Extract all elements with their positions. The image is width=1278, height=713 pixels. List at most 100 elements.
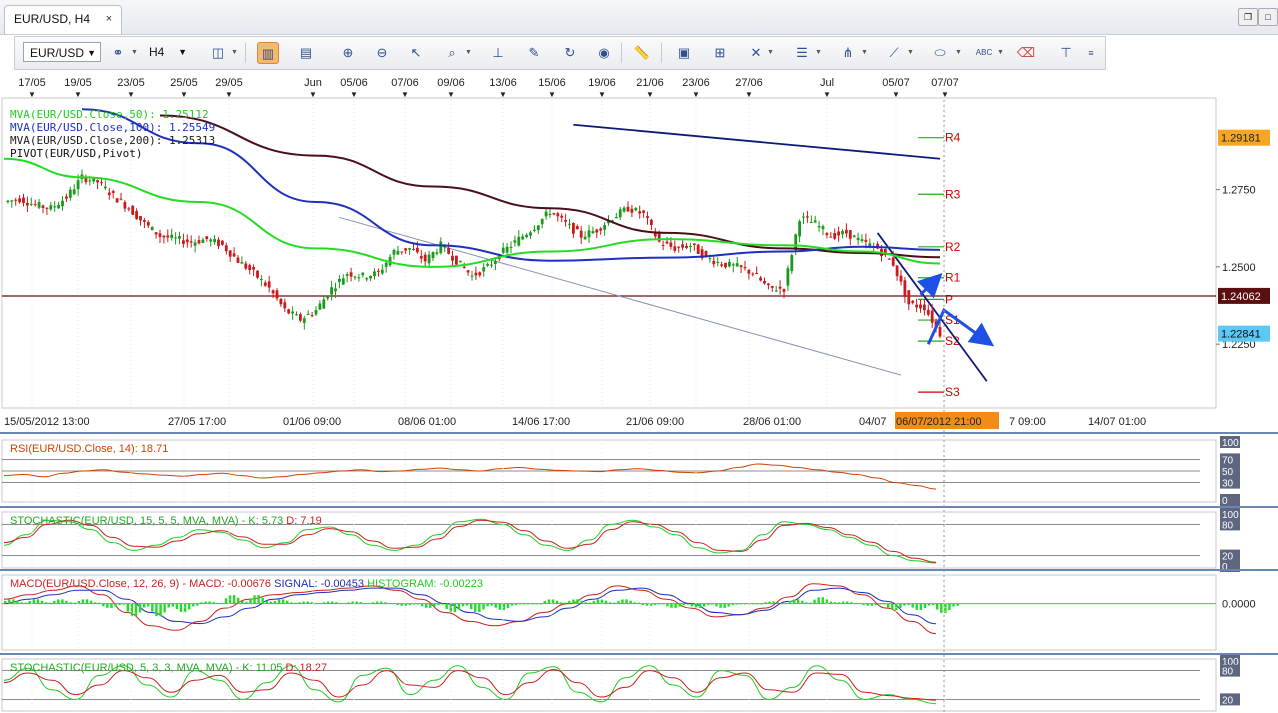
maximize-icon[interactable]: □ [1258, 8, 1278, 26]
close-icon[interactable]: × [102, 12, 116, 26]
candle-body [759, 277, 762, 281]
histogram-bar [171, 603, 174, 607]
pitchfork-icon[interactable]: ⋔ [837, 42, 859, 64]
histogram-bar [678, 603, 681, 607]
histogram-bar [633, 602, 636, 604]
chevron-down-icon[interactable]: ▼ [815, 49, 822, 56]
chart-type-icon[interactable]: ◫ [207, 42, 229, 64]
histogram-bar [57, 599, 60, 604]
histogram-bar [588, 602, 591, 604]
zoom-in-icon[interactable]: ⊕ [337, 42, 359, 64]
histogram-bar [65, 600, 68, 604]
chevron-down-icon[interactable]: ▼ [861, 49, 868, 56]
candle-body [96, 180, 99, 183]
hierarchy-icon[interactable]: ⊤ [1055, 42, 1077, 64]
candle-body [790, 255, 794, 272]
zoom-area-icon[interactable]: ⌕ [441, 42, 463, 64]
candle-body [260, 279, 263, 281]
legend-entry: MVA(EUR/USD.Close,100): 1.25549 [10, 121, 215, 134]
stochastic-5-panel: 1008020STOCHASTIC(EUR/USD, 5, 3, 3, MVA,… [0, 653, 1278, 712]
toolbar-divider [661, 43, 662, 63]
candle-body [919, 304, 922, 309]
cursor-icon[interactable]: ↖ [405, 42, 427, 64]
indicator-title: STOCHASTIC(EUR/USD, 15, 5, 5, MVA, MVA) … [10, 515, 322, 527]
globe-icon[interactable]: ◉ [593, 42, 615, 64]
histogram-bar [290, 602, 293, 604]
candle-body [295, 314, 298, 316]
histogram-bar [273, 600, 277, 604]
chevron-down-icon[interactable]: ▼ [131, 49, 138, 56]
candle-body [61, 200, 64, 207]
candle-body [252, 267, 255, 270]
crosshair-icon[interactable]: ⊥ [487, 42, 509, 64]
macd-panel: 0.0000 MACD(EUR/USD.Close, 12, 26, 9) - M… [0, 569, 1278, 651]
histogram-bar [674, 603, 677, 608]
histogram-bar [931, 603, 935, 606]
image-icon[interactable]: ▣ [673, 42, 695, 64]
histogram-bar [269, 601, 273, 604]
candle-body [513, 240, 517, 243]
link-icon[interactable]: ⚭ [107, 42, 129, 64]
candle-body [217, 239, 220, 247]
indicator-title: MACD(EUR/USD.Close, 12, 26, 9) - MACD: -… [10, 578, 483, 590]
edit-icon[interactable]: ✎ [523, 42, 545, 64]
fibonacci-icon[interactable]: ✕ [745, 42, 767, 64]
restore-icon[interactable]: ❐ [1238, 8, 1258, 26]
candle-body [37, 202, 41, 208]
timeframe-select[interactable]: H4 ▼ [143, 42, 191, 62]
price-chart[interactable]: 17/05▼19/05▼23/05▼25/05▼29/05▼Jun▼05/06▼… [0, 72, 1278, 713]
candle-body [755, 272, 759, 274]
symbol-select[interactable]: EUR/USD ▼ [23, 42, 101, 62]
pivot-level-label: R1 [945, 271, 961, 285]
bottom-axis-label: 28/06 01:00 [743, 416, 801, 428]
histogram-bar [641, 603, 645, 605]
chevron-down-icon[interactable]: ▼ [231, 49, 238, 56]
histogram-bar [396, 603, 399, 605]
candle-body [482, 267, 486, 272]
more-icon[interactable]: ≡ [1085, 42, 1097, 64]
histogram-bar [232, 595, 236, 604]
histogram-bar [331, 601, 334, 604]
candle-body [228, 250, 232, 257]
refresh-icon[interactable]: ↻ [559, 42, 581, 64]
top-axis-label: 05/06 [340, 77, 368, 89]
ruler-icon[interactable]: 📏 [631, 42, 653, 64]
text-tool-icon[interactable]: ABC [973, 42, 995, 64]
candle-body [474, 272, 478, 276]
candles-icon[interactable]: ▥ [257, 42, 279, 64]
candle-body [915, 304, 918, 308]
chevron-down-icon[interactable]: ▼ [907, 49, 914, 56]
histogram-bar [363, 602, 367, 604]
candle-body [263, 282, 267, 286]
chart-tab[interactable]: EUR/USD, H4 × [4, 5, 122, 34]
zoom-out-icon[interactable]: ⊖ [371, 42, 393, 64]
lines-icon[interactable]: ☰ [791, 42, 813, 64]
histogram-bar [788, 600, 792, 604]
histogram-bar [204, 601, 207, 604]
candle-body [677, 246, 681, 248]
macd-histogram-value: HISTOGRAM: -0.00223 [367, 578, 483, 590]
candle-body [724, 262, 727, 268]
template-icon[interactable]: ▤ [295, 42, 317, 64]
candle-body [669, 242, 673, 247]
candle-body [809, 222, 813, 224]
candle-body [369, 275, 372, 279]
eraser-icon[interactable]: ⌫ [1015, 42, 1037, 64]
histogram-bar [882, 603, 886, 605]
chevron-down-icon[interactable]: ▼ [465, 49, 472, 56]
histogram-bar [564, 602, 567, 604]
candle-body [256, 270, 259, 278]
histogram-bar [138, 603, 142, 613]
ellipse-icon[interactable]: ⬭ [929, 42, 951, 64]
chevron-down-icon[interactable]: ▼ [997, 49, 1004, 56]
histogram-bar [580, 600, 583, 604]
candle-body [299, 314, 302, 321]
chevron-down-icon[interactable]: ▼ [955, 49, 962, 56]
chevron-down-icon[interactable]: ▼ [767, 49, 774, 56]
trendline-icon[interactable]: ⟋ [883, 42, 905, 64]
histogram-bar [801, 600, 804, 604]
histogram-bar [531, 603, 534, 605]
histogram-bar [743, 603, 747, 605]
histogram-bar [286, 600, 289, 604]
indicators-icon[interactable]: ⊞ [709, 42, 731, 64]
